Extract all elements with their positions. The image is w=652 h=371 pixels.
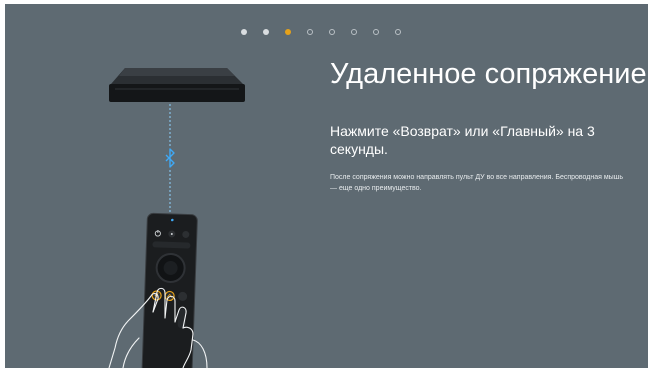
pairing-screen: Удаленное сопряжение Нажмите «Возврат» и…: [5, 4, 648, 368]
page-dot-6[interactable]: [351, 29, 357, 35]
pairing-instruction: Нажмите «Возврат» или «Главный» на 3 сек…: [330, 123, 595, 157]
page-indicator: [241, 29, 401, 35]
bluetooth-icon: [165, 148, 175, 168]
pairing-hint: После сопряжения можно направлять пульт …: [330, 174, 623, 192]
page-dot-3-active[interactable]: [285, 29, 291, 35]
projector-device: [109, 68, 245, 102]
page-dot-8[interactable]: [395, 29, 401, 35]
remote-control: [141, 212, 198, 368]
page-title: Удаленное сопряжение: [330, 58, 647, 90]
page-dot-7[interactable]: [373, 29, 379, 35]
page-dot-2[interactable]: [263, 29, 269, 35]
page-dot-4[interactable]: [307, 29, 313, 35]
page-dot-5[interactable]: [329, 29, 335, 35]
pairing-illustration: [108, 68, 245, 368]
page-dot-1[interactable]: [241, 29, 247, 35]
